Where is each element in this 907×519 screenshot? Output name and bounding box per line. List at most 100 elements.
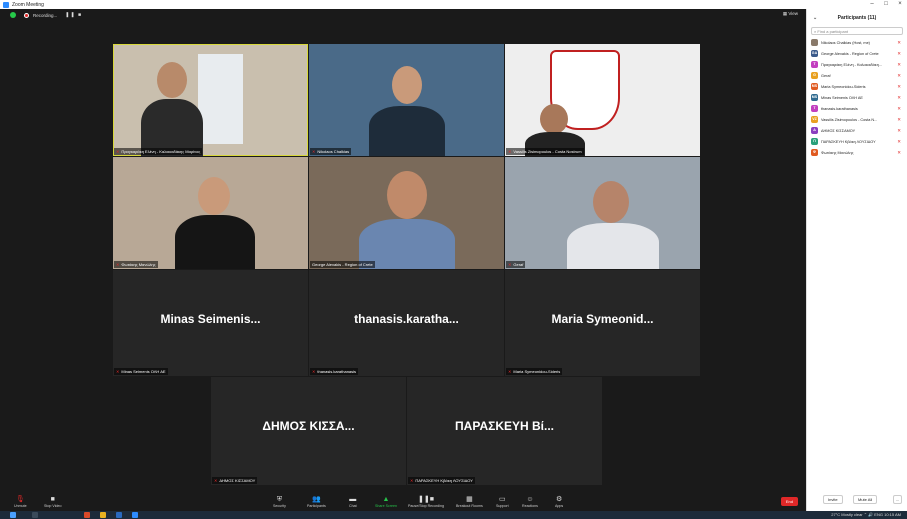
avatar: T <box>811 105 818 112</box>
participant-row[interactable]: VZ Vassilis Zisimopoulos - Costa N... ✕ <box>807 114 907 125</box>
microphone-muted-icon[interactable]: ✕ <box>897 95 901 101</box>
participant-row[interactable]: Tthanasis.karathanasis ✕ <box>807 103 907 114</box>
participants-icon: 👥 <box>312 496 321 503</box>
participant-name: Nikolaos Chalkias (Host, me) <box>821 40 870 45</box>
close-button[interactable]: × <box>893 0 907 9</box>
microphone-muted-icon[interactable]: ✕ <box>897 117 901 123</box>
os-taskbar: 27°C Mostly clear ⌃ 🔊 ENG 10:15 AM <box>0 511 907 519</box>
video-tile[interactable]: thanasis.karatha... ✕ thanasis.karathanas… <box>309 270 504 376</box>
video-tile[interactable]: ΔΗΜΟΣ ΚΙΣΣΑ... ✕ ΔΗΜΟΣ ΚΙΣΣΑΜΟΥ <box>211 377 406 485</box>
avatar: GA <box>811 50 818 57</box>
participant-row[interactable]: MS Maria Symeonidou-Sideris ✕ <box>807 81 907 92</box>
participant-label: ✕ Πραγκαράκη Ελένη - Καλοκαιδάκης Μαρίνος <box>114 148 203 155</box>
microphone-muted-icon[interactable]: ✕ <box>897 84 901 90</box>
microphone-muted-icon[interactable]: ✕ <box>897 40 901 46</box>
participant-name: ΠΑΡΑΣΚΕΥΗ Κβάκη ΛΟΥΣΙΔΟΥ <box>821 139 876 144</box>
video-tile[interactable]: ✕ Vassilis Zisimopoulos - Costa Nostrum <box>505 44 700 156</box>
participant-row[interactable]: Δ ΔΗΜΟΣ ΚΙΣΣΑΜΟΥ ✕ <box>807 125 907 136</box>
participant-row[interactable]: G Geraf ✕ <box>807 70 907 81</box>
start-menu-icon[interactable] <box>10 512 16 518</box>
video-tile[interactable]: Maria Symeonid... ✕ Maria Symeonidou-Side… <box>505 270 700 376</box>
participant-row[interactable]: MS Minas Seimenis ΟΛΗ ΑΕ ✕ <box>807 92 907 103</box>
participant-label: ✕ Vassilis Zisimopoulos - Costa Nostrum <box>506 148 584 155</box>
participant-row[interactable]: Π ΠΑΡΑΣΚΕΥΗ Κβάκη ΛΟΥΣΙΔΟΥ ✕ <box>807 136 907 147</box>
security-button[interactable]: ⛨ Security <box>273 495 286 508</box>
person-head <box>593 181 629 223</box>
pause-stop-recording-button[interactable]: ❚❚■ Pause/Stop Recording <box>408 495 444 508</box>
microphone-muted-icon[interactable]: ✕ <box>897 150 901 156</box>
maximize-button[interactable]: □ <box>879 0 893 9</box>
participant-display-name: Maria Symeonid... <box>551 312 654 326</box>
folder-icon[interactable] <box>100 512 106 518</box>
participant-label: George Alexakis - Region of Crete <box>310 261 375 268</box>
participants-button[interactable]: 👥 Participants <box>307 495 326 508</box>
mute-all-button[interactable]: Mute All <box>853 495 878 504</box>
support-icon: ▭ <box>498 496 506 503</box>
video-tile[interactable]: ✕ Φωτάκης Μανώλης <box>113 157 308 269</box>
microphone-muted-icon[interactable]: ✕ <box>897 139 901 145</box>
reactions-icon: ☺ <box>526 496 534 503</box>
participant-name: Minas Seimenis ΟΛΗ ΑΕ <box>821 95 863 100</box>
minimize-button[interactable]: – <box>865 0 879 9</box>
video-tile[interactable]: ✕ Nikolaos Chalkias <box>309 44 504 156</box>
video-tile[interactable]: Minas Seimenis... ✕ Minas Seimenis ΟΛΗ ΑΕ <box>113 270 308 376</box>
chrome-icon[interactable] <box>84 512 90 518</box>
participant-label: ✕ ΔΗΜΟΣ ΚΙΣΣΑΜΟΥ <box>212 477 258 484</box>
stop-video-button[interactable]: ■ Stop Video <box>44 495 62 508</box>
chat-icon: ▬ <box>349 496 357 503</box>
avatar: Φ <box>811 149 818 156</box>
apps-button[interactable]: ⚙ Apps <box>555 495 563 508</box>
video-tile[interactable]: ΠΑΡΑΣΚΕΥΗ Βί... ✕ ΠΑΡΑΣΚΕΥΗ Κβάκη ΛΟΥΣΙΔΟ… <box>407 377 602 485</box>
participant-row[interactable]: T Πραγκαράκη Ελένη - Καλοκαιδάκη... ✕ <box>807 59 907 70</box>
avatar: Π <box>811 138 818 145</box>
participant-name: thanasis.karathanasis <box>821 106 858 111</box>
participant-label: ✕ Nikolaos Chalkias <box>310 148 352 155</box>
person-head <box>392 66 422 104</box>
person-head <box>540 104 568 134</box>
microphone-muted-icon[interactable]: ✕ <box>897 51 901 57</box>
video-tile[interactable]: ✕ Πραγκαράκη Ελένη - Καλοκαιδάκης Μαρίνος <box>113 44 308 156</box>
video-tile[interactable]: ✕ Geraf <box>505 157 700 269</box>
microphone-muted-icon[interactable]: ✕ <box>897 106 901 112</box>
invite-button[interactable]: Invite <box>823 495 843 504</box>
clock: 10:15 AM <box>884 512 901 517</box>
search-icon[interactable] <box>32 512 38 518</box>
breakout-rooms-button[interactable]: ▦ Breakout Rooms <box>456 495 483 508</box>
pause-stop-icon: ❚❚■ <box>418 496 434 503</box>
microphone-muted-icon[interactable]: ✕ <box>897 73 901 79</box>
reactions-button[interactable]: ☺ Reactions <box>522 495 538 508</box>
end-meeting-button[interactable]: End <box>780 497 798 506</box>
meeting-toolbar: 🎙 Unmute ■ Stop Video ⛨ Security 👥 Participa… <box>0 494 806 511</box>
unmute-button[interactable]: 🎙 Unmute <box>14 495 27 508</box>
participant-display-name: Minas Seimenis... <box>160 312 261 326</box>
more-options-button[interactable]: ... <box>893 495 903 504</box>
word-icon[interactable] <box>116 512 122 518</box>
participant-name: Φωτάκης Μανώλης <box>821 150 854 155</box>
support-button[interactable]: ▭ Support <box>496 495 509 508</box>
participant-row[interactable]: Φ Φωτάκης Μανώλης ✕ <box>807 147 907 158</box>
zoom-icon[interactable] <box>132 512 138 518</box>
chat-button[interactable]: ▬ Chat <box>349 495 357 508</box>
chevron-down-icon[interactable]: ⌄ <box>813 15 817 21</box>
microphone-muted-icon[interactable]: ✕ <box>897 128 901 134</box>
participant-search-input[interactable]: ⌕ Find a participant <box>811 27 903 35</box>
shield-icon[interactable] <box>10 12 16 18</box>
person-head <box>387 171 427 219</box>
participant-display-name: ΠΑΡΑΣΚΕΥΗ Βί... <box>455 419 554 433</box>
zoom-app-icon <box>3 1 9 8</box>
share-screen-button[interactable]: ▲ Share Screen <box>375 495 397 508</box>
view-button[interactable]: ▦ View <box>783 11 798 17</box>
participant-label: ✕ ΠΑΡΑΣΚΕΥΗ Κβάκη ΛΟΥΣΙΔΟΥ <box>408 477 475 484</box>
shield-icon: ⛨ <box>276 496 283 503</box>
participant-row[interactable]: Nikolaos Chalkias (Host, me) ✕ <box>807 37 907 48</box>
share-screen-icon: ▲ <box>382 496 390 503</box>
participant-list: Nikolaos Chalkias (Host, me) ✕ GA George Al… <box>807 37 907 158</box>
recording-controls[interactable]: ❚❚ ■ <box>65 12 82 18</box>
microphone-muted-icon[interactable]: ✕ <box>897 62 901 68</box>
meeting-topbar: Recording... ❚❚ ■ ▦ View <box>0 9 806 21</box>
avatar: T <box>811 61 818 68</box>
participant-name: George Alexakis - Region of Crete <box>821 51 879 56</box>
participant-row[interactable]: GA George Alexakis - Region of Crete ✕ <box>807 48 907 59</box>
participant-display-name: thanasis.karatha... <box>354 312 459 326</box>
video-tile[interactable]: George Alexakis - Region of Crete <box>309 157 504 269</box>
